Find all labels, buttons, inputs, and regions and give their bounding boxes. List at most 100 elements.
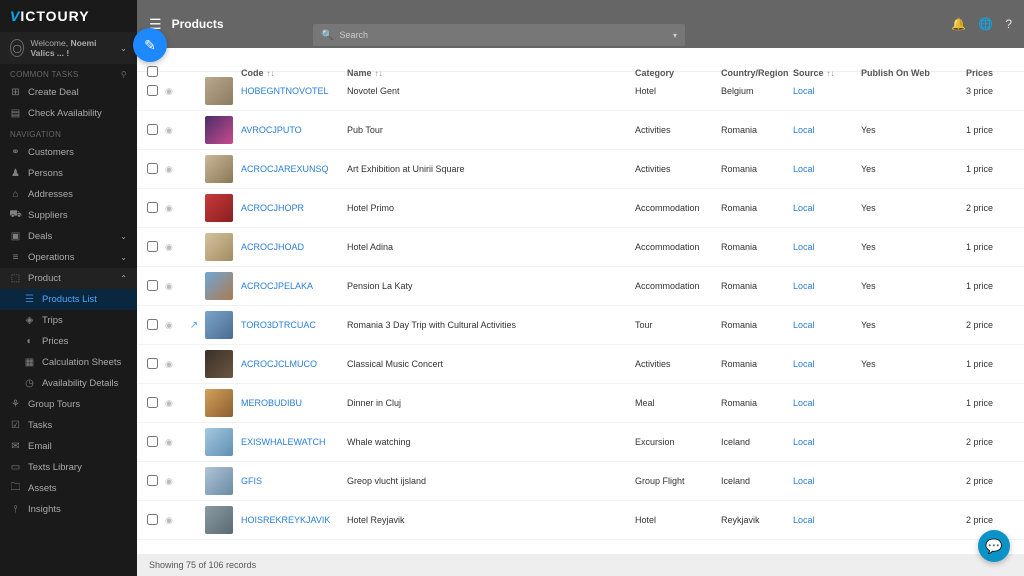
visibility-icon[interactable]: ◉ [165, 398, 183, 409]
chevron-down-icon: ⌄ [120, 253, 127, 262]
visibility-icon[interactable]: ◉ [165, 203, 183, 214]
nav-prices[interactable]: ◐Prices [0, 331, 137, 352]
product-source-link[interactable]: Local [793, 242, 861, 252]
nav-check-availability[interactable]: ▤Check Availability [0, 103, 137, 124]
visibility-icon[interactable]: ◉ [165, 86, 183, 97]
folder-icon: 🗀 [10, 483, 21, 494]
product-thumbnail[interactable] [205, 389, 233, 417]
product-thumbnail[interactable] [205, 467, 233, 495]
row-checkbox[interactable] [147, 358, 158, 369]
nav-operations[interactable]: ≡Operations⌄ [0, 247, 137, 268]
product-code-link[interactable]: TORO3DTRCUAC [241, 320, 347, 330]
product-code-link[interactable]: HOISREKREYKJAVIK [241, 515, 347, 525]
product-thumbnail[interactable] [205, 194, 233, 222]
product-prices: 1 price [939, 164, 1001, 174]
product-source-link[interactable]: Local [793, 515, 861, 525]
product-name: Whale watching [347, 437, 635, 447]
product-thumbnail[interactable] [205, 272, 233, 300]
nav-create-deal[interactable]: ⊞Create Deal [0, 82, 137, 103]
pin-icon[interactable]: ⚲ [121, 70, 127, 79]
fab-edit[interactable]: ✎ [133, 28, 167, 62]
product-source-link[interactable]: Local [793, 398, 861, 408]
product-thumbnail[interactable] [205, 428, 233, 456]
nav-products-list[interactable]: ☰Products List [0, 289, 137, 310]
nav-assets[interactable]: 🗀Assets [0, 478, 137, 499]
product-thumbnail[interactable] [205, 77, 233, 105]
visibility-icon[interactable]: ◉ [165, 281, 183, 292]
row-checkbox[interactable] [147, 202, 158, 213]
product-thumbnail[interactable] [205, 350, 233, 378]
product-source-link[interactable]: Local [793, 476, 861, 486]
visibility-icon[interactable]: ◉ [165, 359, 183, 370]
row-checkbox[interactable] [147, 436, 158, 447]
product-source-link[interactable]: Local [793, 86, 861, 96]
bell-icon[interactable]: 🔔 [951, 17, 966, 31]
product-source-link[interactable]: Local [793, 125, 861, 135]
nav-persons[interactable]: ♟Persons [0, 163, 137, 184]
product-code-link[interactable]: MEROBUDIBU [241, 398, 347, 408]
product-country: Romania [721, 359, 793, 369]
product-code-link[interactable]: AVROCJPUTO [241, 125, 347, 135]
row-checkbox[interactable] [147, 124, 158, 135]
welcome-bar[interactable]: ◯ Welcome, Noemi Valics ... ! ⌄ [0, 32, 137, 64]
row-checkbox[interactable] [147, 514, 158, 525]
nav-trips[interactable]: ◈Trips [0, 310, 137, 331]
visibility-icon[interactable]: ◉ [165, 437, 183, 448]
product-source-link[interactable]: Local [793, 203, 861, 213]
row-checkbox[interactable] [147, 319, 158, 330]
product-thumbnail[interactable] [205, 506, 233, 534]
row-checkbox[interactable] [147, 163, 158, 174]
product-country: Iceland [721, 476, 793, 486]
visibility-icon[interactable]: ◉ [165, 320, 183, 331]
product-code-link[interactable]: EXISWHALEWATCH [241, 437, 347, 447]
product-publish: Yes [861, 359, 939, 369]
row-checkbox[interactable] [147, 475, 158, 486]
nav-group-tours[interactable]: ⚘Group Tours [0, 394, 137, 415]
help-icon[interactable]: ? [1005, 17, 1012, 31]
nav-calc-sheets[interactable]: ▦Calculation Sheets [0, 352, 137, 373]
product-prices: 3 price [939, 86, 1001, 96]
nav-addresses[interactable]: ⌂Addresses [0, 184, 137, 205]
search-input[interactable]: 🔍 Search ▾ [313, 24, 685, 46]
dropdown-icon[interactable]: ▾ [673, 31, 677, 40]
nav-email[interactable]: ✉Email [0, 436, 137, 457]
nav-deals[interactable]: ▣Deals⌄ [0, 226, 137, 247]
product-thumbnail[interactable] [205, 311, 233, 339]
external-link-icon[interactable]: ↗ [183, 320, 205, 331]
nav-insights[interactable]: ⫯Insights [0, 499, 137, 520]
product-source-link[interactable]: Local [793, 281, 861, 291]
row-checkbox[interactable] [147, 241, 158, 252]
nav-product[interactable]: ⬚Product⌃ [0, 268, 137, 289]
product-code-link[interactable]: ACROCJHOPR [241, 203, 347, 213]
row-checkbox[interactable] [147, 85, 158, 96]
product-code-link[interactable]: HOBEGNTNOVOTEL [241, 86, 347, 96]
product-source-link[interactable]: Local [793, 437, 861, 447]
product-thumbnail[interactable] [205, 155, 233, 183]
row-checkbox[interactable] [147, 280, 158, 291]
product-code-link[interactable]: ACROCJHOAD [241, 242, 347, 252]
avatar-icon: ◯ [10, 39, 24, 57]
product-code-link[interactable]: ACROCJAREXUNSQ [241, 164, 347, 174]
globe-icon[interactable]: 🌐 [978, 17, 993, 31]
visibility-icon[interactable]: ◉ [165, 515, 183, 526]
visibility-icon[interactable]: ◉ [165, 242, 183, 253]
visibility-icon[interactable]: ◉ [165, 164, 183, 175]
row-checkbox[interactable] [147, 397, 158, 408]
nav-availability-details[interactable]: ◷Availability Details [0, 373, 137, 394]
product-thumbnail[interactable] [205, 233, 233, 261]
product-source-link[interactable]: Local [793, 320, 861, 330]
product-thumbnail[interactable] [205, 116, 233, 144]
product-code-link[interactable]: ACROCJPELAKA [241, 281, 347, 291]
nav-texts-library[interactable]: ▭Texts Library [0, 457, 137, 478]
nav-tasks[interactable]: ☑Tasks [0, 415, 137, 436]
product-code-link[interactable]: GFIS [241, 476, 347, 486]
visibility-icon[interactable]: ◉ [165, 125, 183, 136]
chat-fab[interactable]: 💬 [978, 530, 1010, 562]
nav-suppliers[interactable]: ⛟Suppliers [0, 205, 137, 226]
product-code-link[interactable]: ACROCJCLMUCO [241, 359, 347, 369]
product-name: Greop vlucht ijsland [347, 476, 635, 486]
product-source-link[interactable]: Local [793, 359, 861, 369]
visibility-icon[interactable]: ◉ [165, 476, 183, 487]
product-source-link[interactable]: Local [793, 164, 861, 174]
nav-customers[interactable]: ⚭Customers [0, 142, 137, 163]
